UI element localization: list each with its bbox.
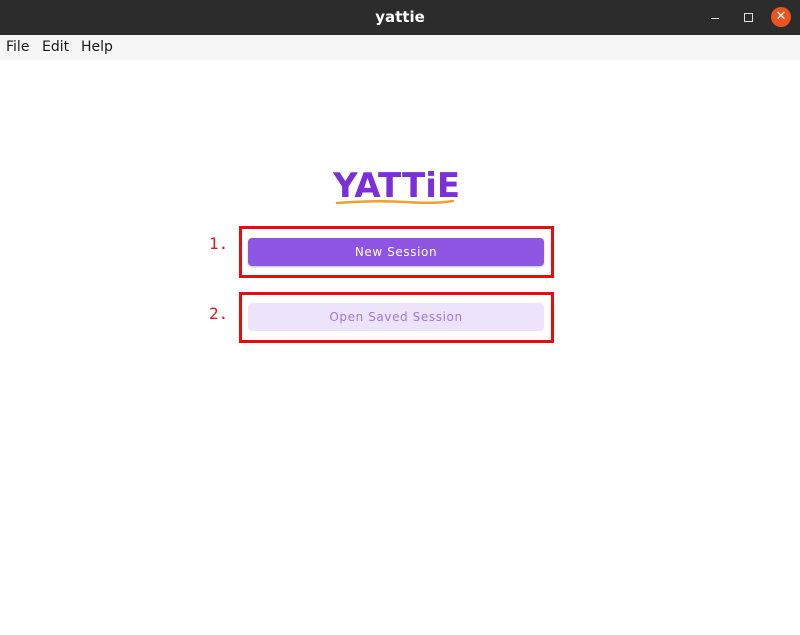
minimize-icon[interactable] <box>705 7 725 27</box>
menubar: File Edit Help <box>0 35 800 60</box>
logo-underline-swoosh <box>335 199 455 205</box>
maximize-icon[interactable] <box>738 7 758 27</box>
menu-file[interactable]: File <box>6 39 29 55</box>
app-logo: YATTiE <box>333 165 460 210</box>
annotation-number-1: 1. <box>209 234 229 253</box>
open-saved-session-button[interactable]: Open Saved Session <box>248 303 544 331</box>
new-session-button[interactable]: New Session <box>248 238 544 266</box>
window-title: yattie <box>375 8 425 26</box>
menu-help[interactable]: Help <box>81 39 113 55</box>
annotation-number-2: 2. <box>209 304 229 323</box>
menu-edit[interactable]: Edit <box>42 39 69 55</box>
window-titlebar: yattie ✕ <box>0 0 800 35</box>
close-icon[interactable]: ✕ <box>771 7 791 27</box>
